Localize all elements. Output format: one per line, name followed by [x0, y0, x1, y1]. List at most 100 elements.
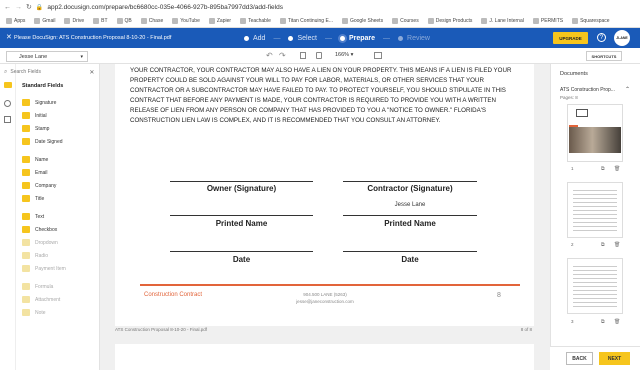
fit-page-icon[interactable]	[374, 52, 382, 59]
bookmark-label: Google Sheets	[349, 18, 384, 24]
bookmark-item[interactable]: Zapier	[208, 18, 231, 24]
next-button[interactable]: NEXT	[599, 352, 630, 365]
bookmark-favicon-icon	[64, 18, 71, 24]
page-thumbnail-3[interactable]	[567, 258, 623, 314]
page-number: 8	[497, 292, 501, 299]
step-review[interactable]: Review	[398, 35, 430, 42]
delete-page-icon[interactable]: 🗑	[614, 166, 620, 172]
field-attachment[interactable]: Attachment	[22, 293, 98, 306]
owner-printed-name-line	[170, 215, 313, 216]
upgrade-button[interactable]: UPGRADE	[553, 32, 588, 44]
recipient-selector[interactable]: Jesse Lane ▾	[6, 51, 88, 62]
page-thumbnail-2[interactable]	[567, 182, 623, 238]
bookmark-item[interactable]: YouTube	[172, 18, 200, 24]
field-email[interactable]: Email	[22, 166, 98, 179]
copy-page-icon[interactable]: ⧉	[601, 319, 605, 325]
shortcuts-button[interactable]: SHORTCUTS	[586, 51, 622, 61]
field-note[interactable]: Note	[22, 306, 98, 319]
thumbnail-3-number: 3	[571, 319, 574, 324]
field-label: Attachment	[35, 296, 61, 303]
field-name[interactable]: Name	[22, 153, 98, 166]
contractor-date-line	[343, 251, 477, 252]
panel-icon-strip	[0, 64, 16, 370]
recipient-name: Jesse Lane	[19, 53, 48, 60]
bookmark-item[interactable]: Chase	[140, 18, 164, 24]
reload-icon[interactable]: ↻	[26, 3, 32, 11]
forward-arrow-icon[interactable]: →	[15, 4, 22, 11]
bookmark-item[interactable]: QB	[116, 18, 132, 24]
lien-notice-paragraph: YOUR CONTRACTOR, YOUR CONTRACTOR MAY ALS…	[130, 67, 512, 124]
bookmark-item[interactable]: Apps	[6, 18, 25, 24]
field-company[interactable]: Company	[22, 179, 98, 192]
field-signature[interactable]: Signature	[22, 96, 98, 109]
stamp-tool-icon[interactable]	[4, 100, 11, 107]
account-logo[interactable]: JLANE	[614, 30, 630, 46]
field-date-signed[interactable]: Date Signed	[22, 135, 98, 148]
field-label: Initial	[35, 112, 47, 119]
bookmark-label: Chase	[148, 18, 164, 24]
collapse-chevron-icon[interactable]: ⌃	[625, 86, 630, 93]
document-name[interactable]: ATS Construction Prop...	[560, 87, 615, 93]
app-header: ✕ Please DocuSign: ATS Construction Prop…	[0, 28, 640, 48]
delete-page-icon[interactable]: 🗑	[614, 319, 620, 325]
address-bar[interactable]: app2.docusign.com/prepare/bc6680cc-035e-…	[47, 4, 283, 11]
url-row: ← → ↻ 🔒 app2.docusign.com/prepare/bc6680…	[0, 0, 640, 14]
lock-icon: 🔒	[35, 4, 44, 11]
field-label: Payment Item	[35, 265, 66, 272]
field-radio[interactable]: Radio	[22, 249, 98, 262]
bookmark-item[interactable]: J. Lane Internal	[481, 18, 524, 24]
copy-page-icon[interactable]: ⧉	[601, 166, 605, 172]
contractor-printed-name-line	[343, 215, 477, 216]
bookmark-label: PERMITS	[540, 18, 564, 24]
field-label: Note	[35, 309, 46, 316]
bookmark-item[interactable]: BT	[93, 18, 108, 24]
bookmark-item[interactable]: Teachable	[240, 18, 271, 24]
field-dropdown[interactable]: Dropdown	[22, 236, 98, 249]
bookmark-item[interactable]: Drive	[64, 18, 84, 24]
field-text[interactable]: Text	[22, 210, 98, 223]
bookmark-item[interactable]: Squarespace	[572, 18, 610, 24]
thumbnail-logo	[576, 109, 588, 117]
field-label: Signature	[35, 99, 57, 106]
tag-tool-icon[interactable]	[4, 116, 11, 123]
paste-icon[interactable]	[316, 52, 322, 59]
copy-page-icon[interactable]: ⧉	[601, 242, 605, 248]
bookmark-favicon-icon	[240, 18, 247, 24]
copy-icon[interactable]	[300, 52, 306, 59]
zoom-selector[interactable]: 166% ▾	[335, 52, 353, 58]
back-button[interactable]: BACK	[566, 352, 593, 365]
search-input[interactable]	[10, 69, 87, 75]
field-title[interactable]: Title	[22, 192, 98, 205]
step-prepare[interactable]: Prepare	[339, 35, 375, 42]
back-arrow-icon[interactable]: ←	[4, 4, 11, 11]
field-formula[interactable]: Formula	[22, 280, 98, 293]
bookmark-item[interactable]: Courses	[392, 18, 419, 24]
formula-icon	[22, 283, 30, 290]
bookmark-item[interactable]: PERMITS	[532, 18, 564, 24]
step-add[interactable]: Add	[244, 35, 265, 42]
editor-toolbar: Jesse Lane ▾ ↶ ↷ 166% ▾ SHORTCUTS	[0, 48, 640, 64]
bookmark-item[interactable]: Google Sheets	[341, 18, 384, 24]
undo-icon[interactable]: ↶	[266, 51, 273, 60]
bookmark-item[interactable]: Titan Continuing E...	[279, 18, 333, 24]
standard-fields-icon[interactable]	[4, 82, 12, 88]
bookmark-label: Drive	[72, 18, 85, 24]
documents-title: Documents	[560, 71, 588, 77]
page-thumbnail-1[interactable]	[567, 104, 623, 162]
contractor-name-field[interactable]: Jesse Lane	[343, 202, 477, 208]
bookmark-label: BT	[101, 18, 108, 24]
bookmark-item[interactable]: Design Products	[427, 18, 472, 24]
redo-icon[interactable]: ↷	[279, 51, 286, 60]
bookmark-item[interactable]: Gmail	[34, 18, 55, 24]
field-payment-item[interactable]: Payment Item	[22, 262, 98, 275]
field-stamp[interactable]: Stamp	[22, 122, 98, 135]
clear-search-icon[interactable]: ✕	[89, 69, 94, 76]
field-initial[interactable]: Initial	[22, 109, 98, 122]
delete-page-icon[interactable]: 🗑	[614, 242, 620, 248]
thumbnail-2-number: 2	[571, 242, 574, 247]
field-checkbox[interactable]: Checkbox	[22, 223, 98, 236]
document-filename: ATS Construction Proposal 8-10-20 - Fina…	[115, 327, 207, 332]
help-icon[interactable]: ?	[597, 33, 606, 42]
close-icon[interactable]: ✕	[6, 33, 12, 41]
step-select[interactable]: Select	[288, 35, 317, 42]
